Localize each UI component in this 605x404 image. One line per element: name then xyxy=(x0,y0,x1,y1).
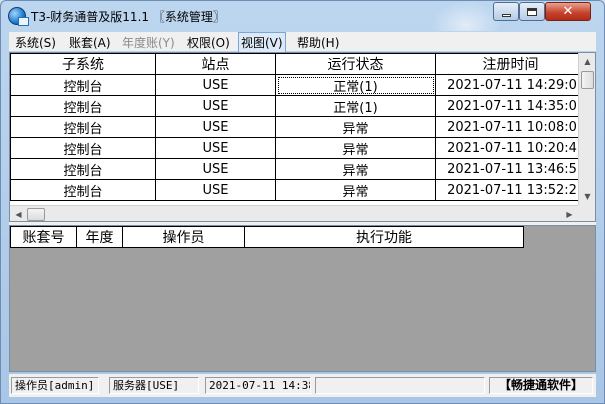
subsystem-header-row: 子系统 站点 运行状态 注册时间 xyxy=(10,53,586,75)
maximize-button[interactable] xyxy=(519,2,545,21)
operation-header-row: 账套号 年度 操作员 执行功能 xyxy=(10,226,524,248)
table-row[interactable]: 控制台 USE 异常 2021-07-11 13:52:2 xyxy=(10,179,586,201)
status-operator: 操作员[admin] xyxy=(11,377,99,394)
operation-log-grid[interactable]: 账套号 年度 操作员 执行功能 xyxy=(9,225,596,372)
cell-status: 异常 xyxy=(275,158,436,180)
cell-subsystem: 控制台 xyxy=(10,116,156,138)
menu-permissions[interactable]: 权限(O) xyxy=(187,34,230,51)
maximize-icon xyxy=(527,7,537,16)
cell-site: USE xyxy=(155,179,276,201)
status-empty xyxy=(315,377,485,394)
cell-status: 正常(1) xyxy=(275,74,436,96)
table-row[interactable]: 控制台 USE 异常 2021-07-11 13:46:5 xyxy=(10,158,586,180)
cell-subsystem: 控制台 xyxy=(10,74,156,96)
close-button[interactable]: ✕ xyxy=(545,2,591,21)
cell-register-time: 2021-07-11 10:20:4 xyxy=(435,137,586,159)
column-header-operator[interactable]: 操作员 xyxy=(122,226,245,248)
app-window: T3-财务通普及版11.1 〖系统管理〗 ✕ 系统(S) 账套(A) 年度账(Y… xyxy=(0,0,605,404)
cell-site: USE xyxy=(155,95,276,117)
cell-status: 正常(1) xyxy=(275,95,436,117)
status-server: 服务器[USE] xyxy=(109,377,199,394)
menu-account-set[interactable]: 账套(A) xyxy=(69,34,111,51)
table-row[interactable]: 控制台 USE 异常 2021-07-11 10:20:4 xyxy=(10,137,586,159)
scroll-left-icon[interactable]: ◀ xyxy=(10,206,27,221)
cell-subsystem: 控制台 xyxy=(10,158,156,180)
scroll-down-icon[interactable]: ▼ xyxy=(579,188,595,205)
subsystem-table: 子系统 站点 运行状态 注册时间 控制台 USE 正常(1) 2021-07-1… xyxy=(10,53,586,201)
operation-log-table: 账套号 年度 操作员 执行功能 xyxy=(10,226,524,248)
cell-register-time: 2021-07-11 14:29:0 xyxy=(435,74,586,96)
close-icon: ✕ xyxy=(562,4,574,19)
table-row[interactable]: 控制台 USE 正常(1) 2021-07-11 14:29:0 xyxy=(10,74,586,96)
cell-status: 异常 xyxy=(275,116,436,138)
app-logo-icon xyxy=(8,7,29,26)
scrollbar-corner xyxy=(578,205,595,221)
cell-site: USE xyxy=(155,116,276,138)
cell-site: USE xyxy=(155,137,276,159)
cell-site: USE xyxy=(155,74,276,96)
column-header-site[interactable]: 站点 xyxy=(155,53,276,75)
title-decoration xyxy=(431,1,501,31)
status-brand: 【畅捷通软件】 xyxy=(489,377,593,394)
table-row[interactable]: 控制台 USE 正常(1) 2021-07-11 14:35:0 xyxy=(10,95,586,117)
cell-register-time: 2021-07-11 13:46:5 xyxy=(435,158,586,180)
title-bar[interactable]: T3-财务通普及版11.1 〖系统管理〗 ✕ xyxy=(1,1,604,31)
vertical-scrollbar[interactable]: ▲ ▼ xyxy=(578,53,595,205)
cell-status: 异常 xyxy=(275,137,436,159)
column-header-year[interactable]: 年度 xyxy=(76,226,123,248)
menu-help[interactable]: 帮助(H) xyxy=(297,34,339,51)
minimize-icon xyxy=(501,13,511,17)
column-header-function[interactable]: 执行功能 xyxy=(244,226,524,248)
cell-site: USE xyxy=(155,158,276,180)
cell-register-time: 2021-07-11 14:35:0 xyxy=(435,95,586,117)
scroll-right-icon[interactable]: ▶ xyxy=(561,206,578,221)
scroll-up-icon[interactable]: ▲ xyxy=(579,53,595,70)
table-row[interactable]: 控制台 USE 异常 2021-07-11 10:08:0 xyxy=(10,116,586,138)
minimize-button[interactable] xyxy=(493,2,519,21)
window-title: T3-财务通普及版11.1 〖系统管理〗 xyxy=(31,10,225,24)
cell-subsystem: 控制台 xyxy=(10,95,156,117)
column-header-register-time[interactable]: 注册时间 xyxy=(435,53,586,75)
vertical-scroll-thumb[interactable] xyxy=(581,71,594,89)
status-datetime: 2021-07-11 14:38 xyxy=(205,377,311,394)
cell-register-time: 2021-07-11 13:52:2 xyxy=(435,179,586,201)
menu-year-account[interactable]: 年度账(Y) xyxy=(122,34,175,51)
menu-system[interactable]: 系统(S) xyxy=(15,34,56,51)
horizontal-scroll-thumb[interactable] xyxy=(27,208,45,221)
cell-subsystem: 控制台 xyxy=(10,137,156,159)
cell-register-time: 2021-07-11 10:08:0 xyxy=(435,116,586,138)
cell-status: 异常 xyxy=(275,179,436,201)
subsystem-grid[interactable]: 子系统 站点 运行状态 注册时间 控制台 USE 正常(1) 2021-07-1… xyxy=(9,52,596,222)
column-header-subsystem[interactable]: 子系统 xyxy=(10,53,156,75)
menu-bar: 系统(S) 账套(A) 年度账(Y) 权限(O) 视图(V) 帮助(H) xyxy=(9,32,596,53)
column-header-account-no[interactable]: 账套号 xyxy=(10,226,77,248)
column-header-status[interactable]: 运行状态 xyxy=(275,53,436,75)
cell-subsystem: 控制台 xyxy=(10,179,156,201)
menu-view[interactable]: 视图(V) xyxy=(238,32,286,53)
status-bar: 操作员[admin] 服务器[USE] 2021-07-11 14:38 【畅捷… xyxy=(9,374,596,397)
horizontal-scrollbar[interactable]: ◀ ▶ xyxy=(10,205,578,221)
